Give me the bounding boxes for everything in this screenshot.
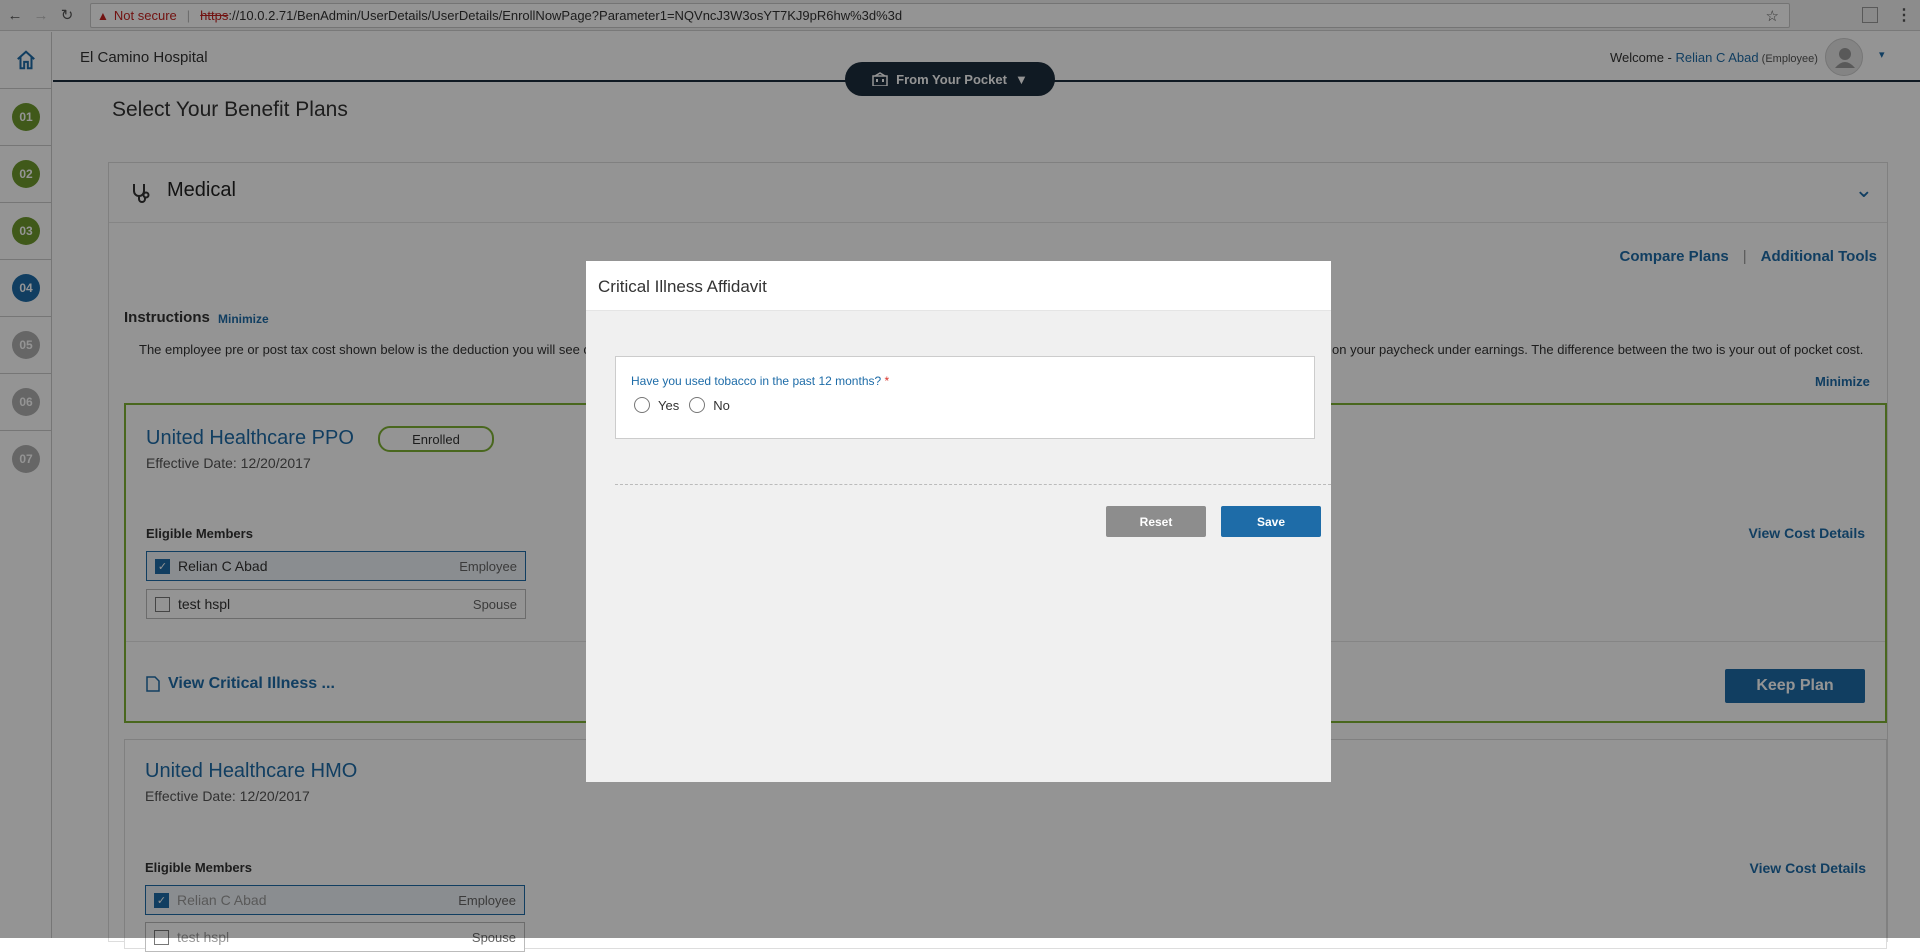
tobacco-radio-group: Yes No [634,397,740,413]
save-button[interactable]: Save [1221,506,1321,537]
required-mark: * [881,374,890,388]
dialog-header: Critical Illness Affidavit [586,261,1331,311]
critical-illness-affidavit-dialog: Critical Illness Affidavit Have you used… [586,261,1331,782]
question-text: Have you used tobacco in the past 12 mon… [631,374,882,388]
reset-button[interactable]: Reset [1106,506,1206,537]
tobacco-question-box: Have you used tobacco in the past 12 mon… [615,356,1315,439]
dialog-divider [615,484,1331,485]
dialog-title: Critical Illness Affidavit [598,277,767,296]
tobacco-question: Have you used tobacco in the past 12 mon… [631,374,889,388]
yes-radio[interactable] [634,397,650,413]
no-label[interactable]: No [713,398,730,413]
no-radio[interactable] [689,397,706,413]
yes-label[interactable]: Yes [658,398,679,413]
